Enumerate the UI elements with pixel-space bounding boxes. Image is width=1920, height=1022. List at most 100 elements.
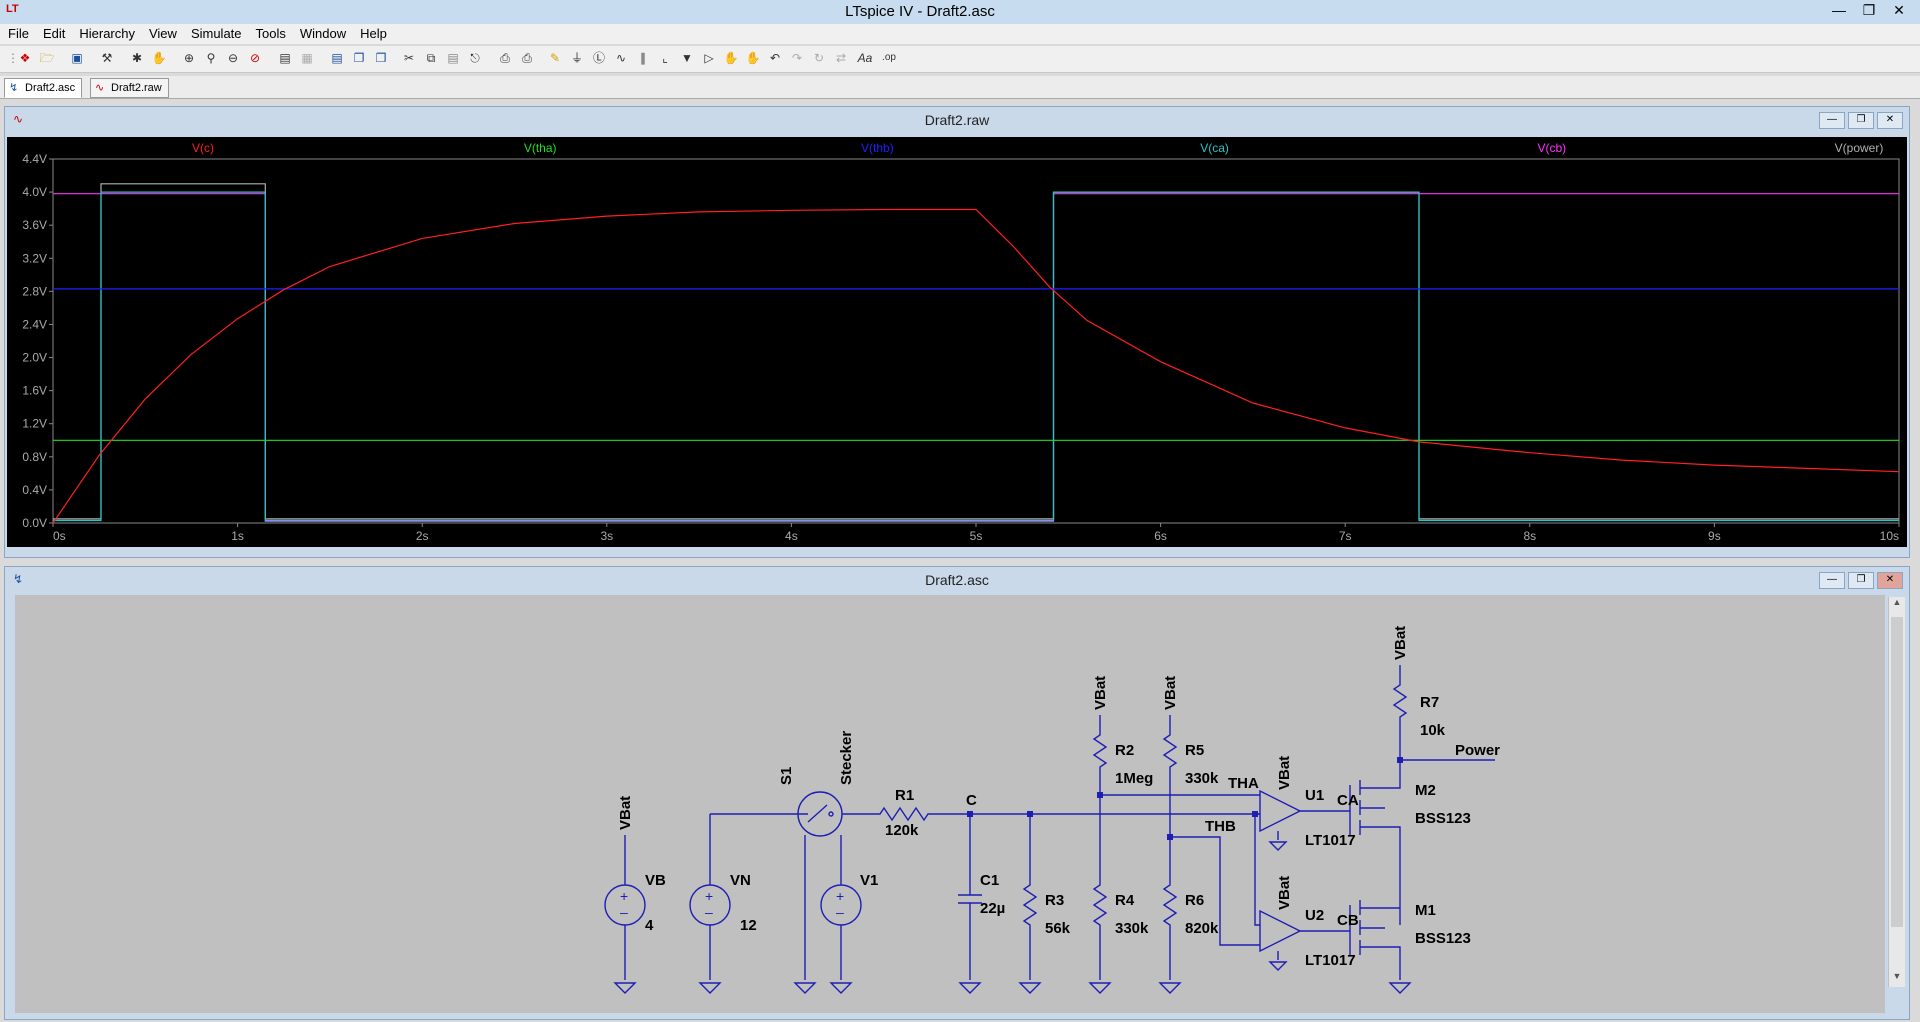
waveform-plot[interactable]: 0.0V 0.4V 0.8V 1.2V 1.6V 2.0V 2.4V 2.8V 3.2V 3.6V… bbox=[7, 137, 1907, 547]
open-folder-icon[interactable]: 🗁 bbox=[38, 49, 56, 67]
menu-file[interactable]: File bbox=[0, 24, 35, 41]
ground-icon[interactable]: ⏚ bbox=[568, 49, 586, 67]
minimize-icon[interactable]: — bbox=[1819, 572, 1845, 589]
component-name: R6 bbox=[1185, 892, 1204, 909]
tab-label: Draft2.asc bbox=[25, 82, 76, 94]
scroll-up-icon[interactable]: ▲ bbox=[1889, 597, 1905, 613]
inductor-icon[interactable]: ⌞ bbox=[656, 49, 674, 67]
tab-draft2-asc[interactable]: ↯ Draft2.asc bbox=[4, 78, 83, 98]
zoom-pan-icon[interactable]: ⚲ bbox=[202, 49, 220, 67]
minimize-icon[interactable]: — bbox=[1819, 112, 1845, 129]
vbat-label: VBat bbox=[1092, 676, 1109, 710]
y-tick-label: 0.4V bbox=[22, 483, 47, 497]
svg-text:–: – bbox=[836, 904, 844, 920]
zoom-in-icon[interactable]: ⊕ bbox=[180, 49, 198, 67]
cut-icon[interactable]: ✂ bbox=[400, 49, 418, 67]
cascade-icon[interactable]: ❒ bbox=[372, 49, 390, 67]
resistor-icon[interactable]: ∿ bbox=[612, 49, 630, 67]
legend-entry[interactable]: V(thb) bbox=[861, 141, 894, 155]
legend-entry[interactable]: V(tha) bbox=[524, 141, 557, 155]
component-icon[interactable]: ▷ bbox=[700, 49, 718, 67]
halt-icon[interactable]: ✋ bbox=[150, 49, 168, 67]
drag-icon[interactable]: ✋ bbox=[744, 49, 762, 67]
component-value: BSS123 bbox=[1415, 810, 1471, 827]
tab-draft2-raw[interactable]: ∿ Draft2.raw bbox=[90, 78, 169, 98]
save-icon[interactable]: ▣ bbox=[68, 49, 86, 67]
legend-entry[interactable]: V(cb) bbox=[1537, 141, 1566, 155]
schematic-window: ↯ Draft2.asc — ❐ ✕ VBat VBat VBat VBat V… bbox=[4, 566, 1910, 1020]
vbat-label: VBat bbox=[1276, 756, 1293, 790]
menu-window[interactable]: Window bbox=[292, 24, 352, 41]
close-icon[interactable]: ✕ bbox=[1877, 112, 1903, 129]
menu-edit[interactable]: Edit bbox=[35, 24, 71, 41]
menu-help[interactable]: Help bbox=[352, 24, 393, 41]
copy-icon[interactable]: ⧉ bbox=[422, 49, 440, 67]
component-name: V1 bbox=[860, 872, 878, 889]
move-icon[interactable]: ✋ bbox=[722, 49, 740, 67]
spice-directive-icon[interactable]: .op bbox=[880, 49, 898, 67]
y-tick-label: 4.0V bbox=[22, 185, 47, 199]
legend-entry[interactable]: V(ca) bbox=[1200, 141, 1229, 155]
component-name: R1 bbox=[895, 787, 914, 804]
legend-entry[interactable]: V(c) bbox=[192, 141, 214, 155]
grid-icon[interactable]: ▦ bbox=[298, 49, 316, 67]
autorange-icon[interactable]: ▤ bbox=[276, 49, 294, 67]
component-value: 330k bbox=[1115, 920, 1149, 937]
menu-hierarchy[interactable]: Hierarchy bbox=[71, 24, 141, 41]
restore-icon[interactable]: ❐ bbox=[1856, 2, 1882, 20]
component-value: 330k bbox=[1185, 770, 1219, 787]
close-icon[interactable]: ✕ bbox=[1886, 2, 1912, 20]
net-label-cb: CB bbox=[1337, 912, 1359, 929]
x-tick-label: 0s bbox=[53, 529, 66, 543]
scrollbar-thumb[interactable] bbox=[1891, 617, 1903, 927]
vbat-label: VBat bbox=[617, 796, 634, 830]
menu-view[interactable]: View bbox=[141, 24, 183, 41]
y-tick-label: 2.8V bbox=[22, 284, 47, 298]
vbat-label: VBat bbox=[1276, 876, 1293, 910]
x-tick-label: 3s bbox=[600, 529, 613, 543]
scroll-down-icon[interactable]: ▼ bbox=[1889, 971, 1905, 987]
y-tick-label: 0.8V bbox=[22, 450, 47, 464]
mirror-icon[interactable]: ⇄ bbox=[832, 49, 850, 67]
x-tick-label: 9s bbox=[1708, 529, 1721, 543]
undo-icon[interactable]: ↶ bbox=[766, 49, 784, 67]
minimize-icon[interactable]: — bbox=[1826, 2, 1852, 20]
zoom-fit-icon[interactable]: ⊘ bbox=[246, 49, 264, 67]
component-name: VB bbox=[645, 872, 666, 889]
component-value: 56k bbox=[1045, 920, 1071, 937]
print-preview-icon[interactable]: ⎙ bbox=[496, 49, 514, 67]
x-tick-label: 6s bbox=[1154, 529, 1167, 543]
legend-entry[interactable]: V(power) bbox=[1835, 141, 1884, 155]
component-value: LT1017 bbox=[1305, 952, 1356, 969]
zoom-out-icon[interactable]: ⊖ bbox=[224, 49, 242, 67]
restore-icon[interactable]: ❐ bbox=[1848, 112, 1874, 129]
menu-simulate[interactable]: Simulate bbox=[183, 24, 248, 41]
y-tick-label: 2.0V bbox=[22, 351, 47, 365]
rotate-icon[interactable]: ↻ bbox=[810, 49, 828, 67]
component-value: BSS123 bbox=[1415, 930, 1471, 947]
waveform-window-caption: ∿ Draft2.raw — ❐ ✕ bbox=[5, 107, 1909, 133]
tile-vertical-icon[interactable]: ❐ bbox=[350, 49, 368, 67]
menu-tools[interactable]: Tools bbox=[248, 24, 292, 41]
schematic-vertical-scrollbar[interactable]: ▲ ▼ bbox=[1888, 597, 1905, 987]
paste-icon[interactable]: ▤ bbox=[444, 49, 462, 67]
component-name: VN bbox=[730, 872, 751, 889]
text-icon[interactable]: Aa bbox=[856, 49, 874, 67]
control-panel-icon[interactable]: ⚒ bbox=[98, 49, 116, 67]
redo-icon[interactable]: ↷ bbox=[788, 49, 806, 67]
run-icon[interactable]: ✱ bbox=[128, 49, 146, 67]
close-icon[interactable]: ✕ bbox=[1877, 572, 1903, 589]
print-icon[interactable]: ⎙ bbox=[518, 49, 536, 67]
schematic-canvas[interactable]: VBat VBat VBat VBat VBat VBat S1 Stecker… bbox=[15, 595, 1885, 1013]
diode-icon[interactable]: ▼ bbox=[678, 49, 696, 67]
tile-horizontal-icon[interactable]: ▤ bbox=[328, 49, 346, 67]
net-label-thb: THB bbox=[1205, 818, 1236, 835]
x-tick-label: 5s bbox=[970, 529, 983, 543]
draw-wire-icon[interactable]: ✎ bbox=[546, 49, 564, 67]
capacitor-icon[interactable]: ∥ bbox=[634, 49, 652, 67]
restore-icon[interactable]: ❐ bbox=[1848, 572, 1874, 589]
label-net-icon[interactable]: Ⓛ bbox=[590, 49, 608, 67]
new-schematic-icon[interactable]: ❖ bbox=[16, 49, 34, 67]
find-icon[interactable]: ⎋ bbox=[466, 49, 484, 67]
y-tick-label: 0.0V bbox=[22, 516, 47, 530]
